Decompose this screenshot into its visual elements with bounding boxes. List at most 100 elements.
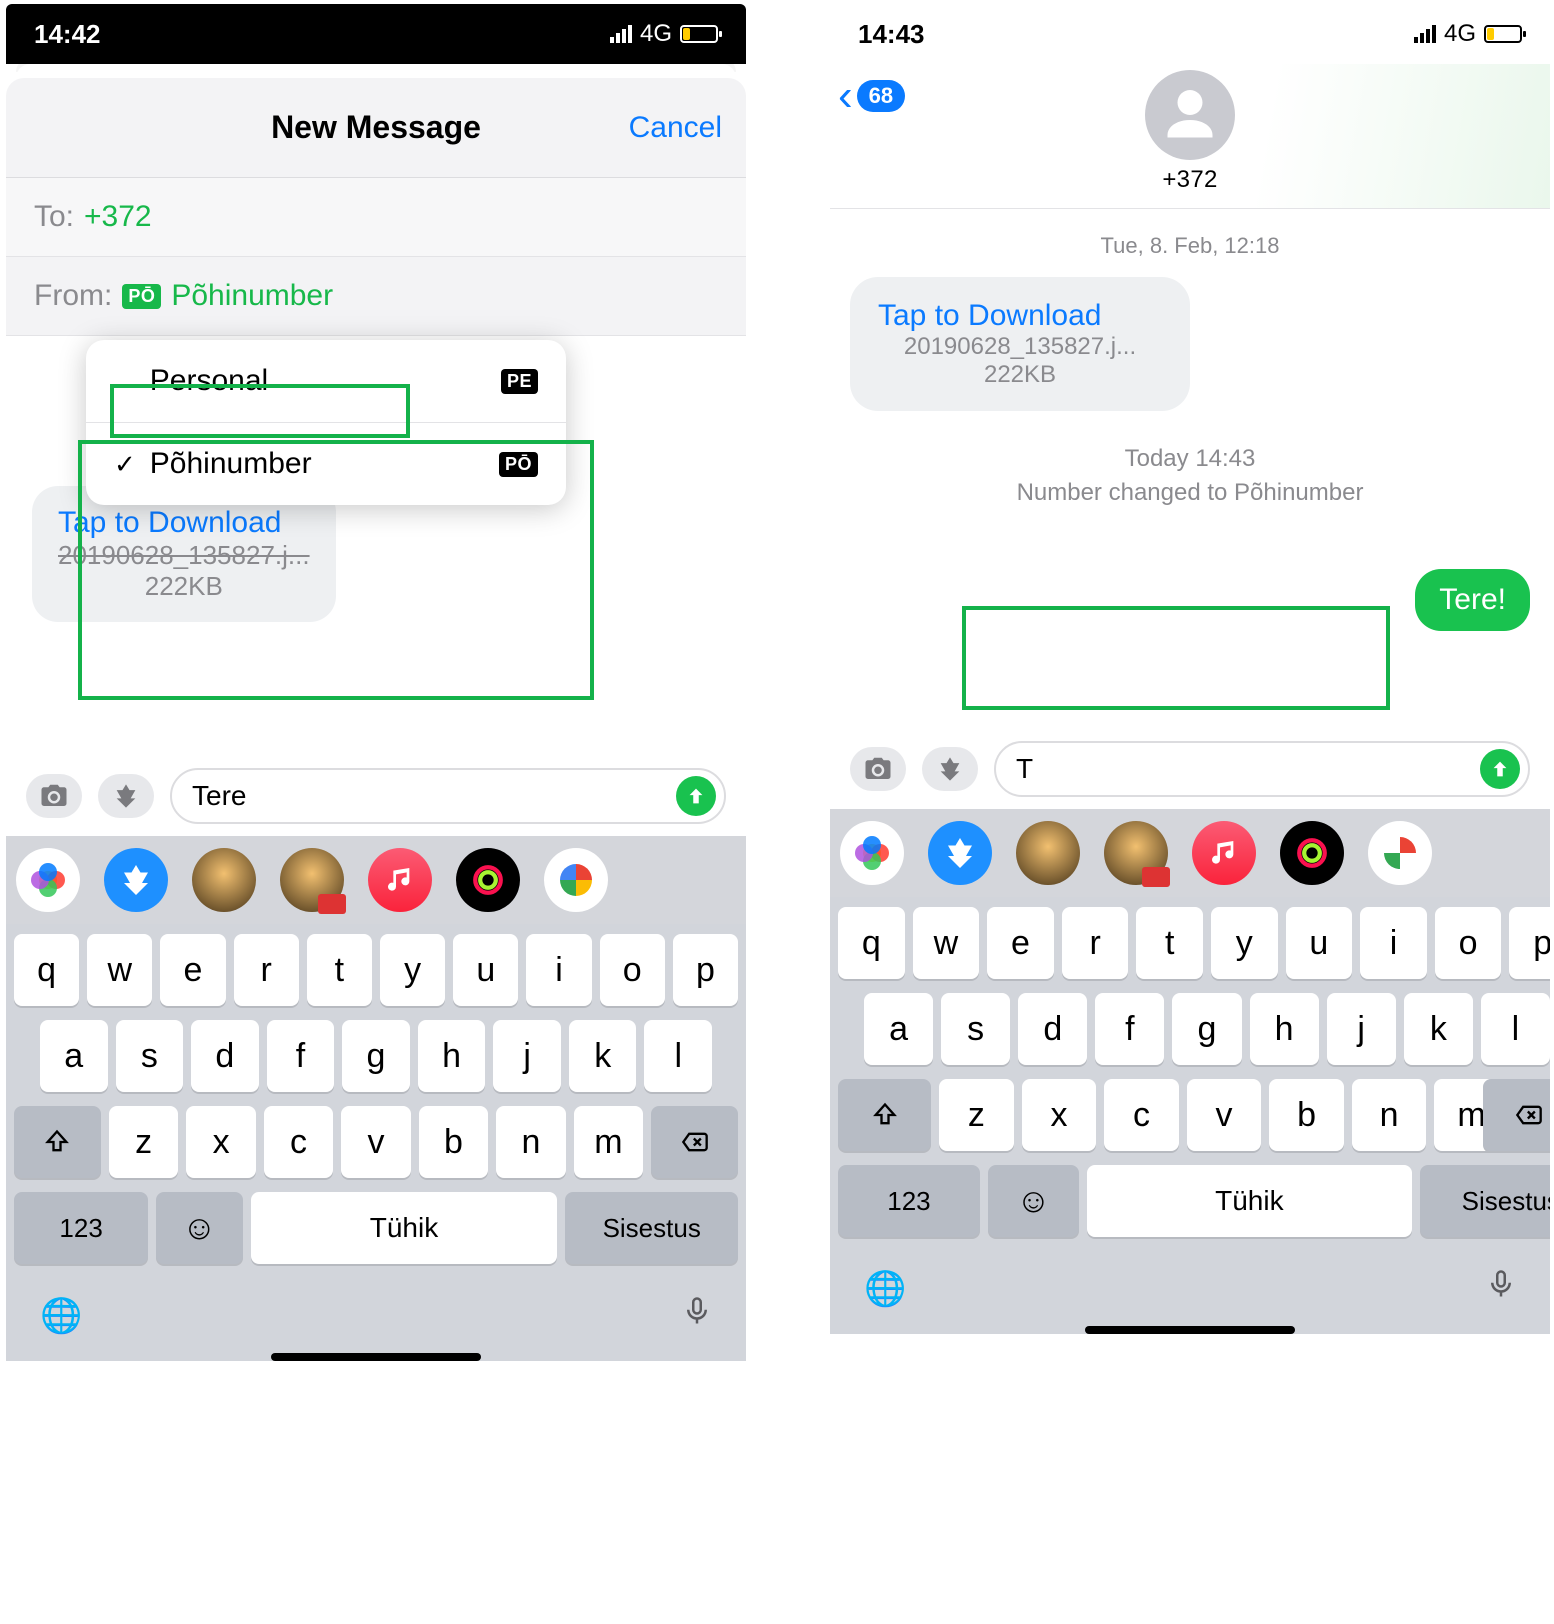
key-m[interactable]: m: [574, 1106, 643, 1178]
incoming-attachment-bubble[interactable]: Tap to Download 20190628_135827.j... 222…: [850, 277, 1190, 411]
space-key[interactable]: Tühik: [251, 1192, 558, 1264]
key-p[interactable]: p: [1509, 907, 1550, 979]
key-a[interactable]: a: [864, 993, 933, 1065]
key-k[interactable]: k: [1404, 993, 1473, 1065]
key-u[interactable]: u: [1286, 907, 1353, 979]
key-f[interactable]: f: [1095, 993, 1164, 1065]
music-app-icon[interactable]: [1192, 821, 1256, 885]
key-t[interactable]: t: [307, 934, 372, 1006]
key-h[interactable]: h: [418, 1020, 486, 1092]
appstore-app-icon[interactable]: [928, 821, 992, 885]
key-p[interactable]: p: [673, 934, 738, 1006]
key-n[interactable]: n: [1352, 1079, 1427, 1151]
memoji-app-icon[interactable]: [1016, 821, 1080, 885]
key-v[interactable]: v: [1187, 1079, 1262, 1151]
cancel-button[interactable]: Cancel: [629, 111, 722, 145]
key-x[interactable]: x: [186, 1106, 255, 1178]
key-n[interactable]: n: [496, 1106, 565, 1178]
key-z[interactable]: z: [939, 1079, 1014, 1151]
key-l[interactable]: l: [1481, 993, 1550, 1065]
photos-app-icon[interactable]: [16, 848, 80, 912]
key-o[interactable]: o: [1435, 907, 1502, 979]
shift-key[interactable]: [838, 1079, 931, 1151]
camera-button[interactable]: [850, 747, 906, 791]
outgoing-message-bubble[interactable]: Tere!: [1415, 569, 1530, 631]
key-t[interactable]: t: [1136, 907, 1203, 979]
dictation-key[interactable]: [1486, 1265, 1516, 1312]
appstore-app-icon[interactable]: [104, 848, 168, 912]
message-input[interactable]: [192, 780, 676, 812]
return-key[interactable]: Sisestus: [1420, 1165, 1550, 1237]
tap-to-download[interactable]: Tap to Download: [58, 506, 310, 540]
space-key[interactable]: Tühik: [1087, 1165, 1411, 1237]
imessage-app-strip[interactable]: [6, 836, 746, 924]
sim-option-personal[interactable]: ✓ Personal PE: [86, 340, 566, 422]
fitness-app-icon[interactable]: [456, 848, 520, 912]
photos-app-icon[interactable]: [840, 821, 904, 885]
key-e[interactable]: e: [160, 934, 225, 1006]
sim-option-pohinumber[interactable]: ✓ Põhinumber PŌ: [86, 422, 566, 505]
memoji-app-icon[interactable]: [192, 848, 256, 912]
key-b[interactable]: b: [419, 1106, 488, 1178]
memoji-stickers-app-icon[interactable]: [1104, 821, 1168, 885]
emoji-key[interactable]: ☺: [988, 1165, 1079, 1237]
key-z[interactable]: z: [109, 1106, 178, 1178]
camera-button[interactable]: [26, 774, 82, 818]
key-w[interactable]: w: [87, 934, 152, 1006]
message-input[interactable]: [1016, 753, 1480, 785]
key-b[interactable]: b: [1269, 1079, 1344, 1151]
key-f[interactable]: f: [267, 1020, 335, 1092]
key-s[interactable]: s: [116, 1020, 184, 1092]
globe-key[interactable]: 🌐: [864, 1269, 906, 1309]
key-j[interactable]: j: [1327, 993, 1396, 1065]
from-field[interactable]: From: PŌ Põhinumber: [6, 257, 746, 336]
key-l[interactable]: l: [644, 1020, 712, 1092]
fitness-app-icon[interactable]: [1280, 821, 1344, 885]
key-c[interactable]: c: [264, 1106, 333, 1178]
return-key[interactable]: Sisestus: [565, 1192, 738, 1264]
key-i[interactable]: i: [526, 934, 591, 1006]
key-q[interactable]: q: [838, 907, 905, 979]
music-app-icon[interactable]: [368, 848, 432, 912]
apps-button[interactable]: [922, 747, 978, 791]
imessage-app-strip[interactable]: [830, 809, 1550, 897]
backspace-key[interactable]: [1483, 1079, 1550, 1151]
key-d[interactable]: d: [191, 1020, 259, 1092]
key-h[interactable]: h: [1250, 993, 1319, 1065]
emoji-key[interactable]: ☺: [156, 1192, 242, 1264]
numbers-key[interactable]: 123: [838, 1165, 980, 1237]
home-indicator[interactable]: [1085, 1326, 1295, 1334]
key-r[interactable]: r: [234, 934, 299, 1006]
send-button[interactable]: [1480, 749, 1520, 789]
key-c[interactable]: c: [1104, 1079, 1179, 1151]
key-s[interactable]: s: [941, 993, 1010, 1065]
apps-button[interactable]: [98, 774, 154, 818]
home-indicator[interactable]: [271, 1353, 481, 1361]
key-d[interactable]: d: [1018, 993, 1087, 1065]
globe-key[interactable]: 🌐: [40, 1296, 82, 1336]
key-g[interactable]: g: [1172, 993, 1241, 1065]
key-y[interactable]: y: [380, 934, 445, 1006]
message-thread[interactable]: Tue, 8. Feb, 12:18 Tap to Download 20190…: [830, 209, 1550, 729]
back-button[interactable]: ‹ 68: [838, 74, 905, 118]
download-bubble[interactable]: Tap to Download 20190628_135827.j... 222…: [32, 486, 336, 622]
contact-avatar[interactable]: [1145, 70, 1235, 160]
key-a[interactable]: a: [40, 1020, 108, 1092]
backspace-key[interactable]: [651, 1106, 738, 1178]
key-w[interactable]: w: [913, 907, 980, 979]
key-o[interactable]: o: [600, 934, 665, 1006]
maps-app-icon[interactable]: [544, 848, 608, 912]
key-v[interactable]: v: [341, 1106, 410, 1178]
key-r[interactable]: r: [1062, 907, 1129, 979]
key-g[interactable]: g: [342, 1020, 410, 1092]
key-x[interactable]: x: [1022, 1079, 1097, 1151]
key-e[interactable]: e: [987, 907, 1054, 979]
memoji-stickers-app-icon[interactable]: [280, 848, 344, 912]
key-i[interactable]: i: [1360, 907, 1427, 979]
maps-app-icon[interactable]: [1368, 821, 1432, 885]
send-button[interactable]: [676, 776, 716, 816]
key-y[interactable]: y: [1211, 907, 1278, 979]
shift-key[interactable]: [14, 1106, 101, 1178]
keyboard[interactable]: qwertyuiop asdfghjkl zxcvbnm 123 ☺ Tühik…: [830, 897, 1550, 1334]
key-k[interactable]: k: [569, 1020, 637, 1092]
